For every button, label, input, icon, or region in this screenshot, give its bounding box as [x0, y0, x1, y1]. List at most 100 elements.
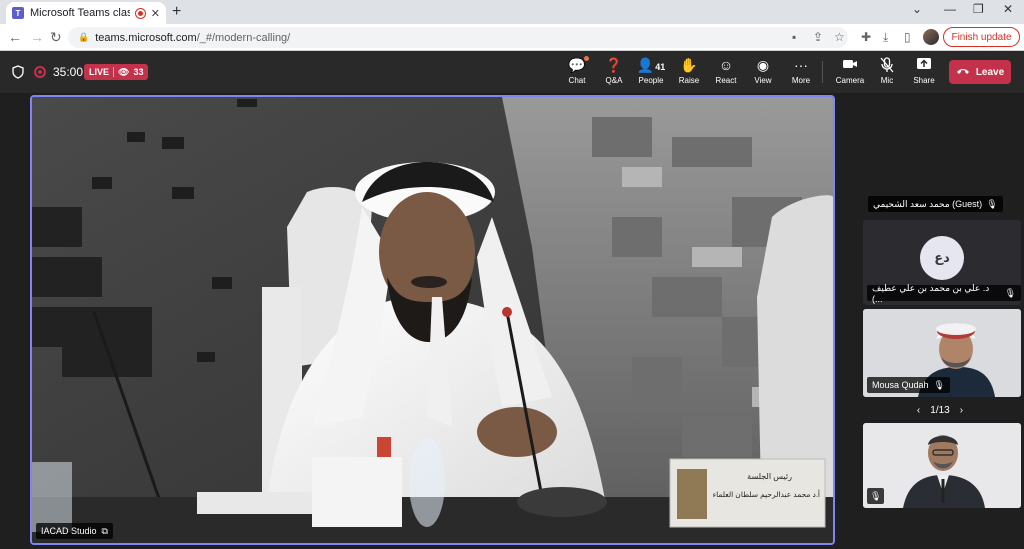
address-bar: ← → ↻ 🔒 teams.microsoft.com/_#/modern-ca… — [0, 24, 1024, 51]
maximize-icon[interactable]: ❐ — [973, 2, 984, 16]
avatar: دع — [920, 236, 964, 280]
main-participant-name-tag: IACAD Studio ⧉ — [36, 523, 113, 539]
chat-unread-dot — [583, 56, 589, 61]
guest-participant-label: محمد سعد الشحيمي (Guest) 🎙 — [868, 196, 1003, 212]
live-separator — [113, 67, 115, 77]
chat-label: Chat — [568, 76, 586, 85]
forward-arrow-icon[interactable]: → — [30, 29, 44, 45]
camera-button[interactable]: Camera — [833, 57, 867, 85]
camera-label: Camera — [835, 76, 865, 85]
share-icon — [916, 57, 932, 73]
camera-icon — [842, 57, 858, 73]
qa-icon: ❓ — [605, 57, 623, 73]
participant-tile-video[interactable]: 🎙 — [863, 423, 1021, 508]
people-label: People — [638, 76, 664, 85]
new-tab-button[interactable]: + — [172, 3, 181, 21]
mic-off-icon: 🎙 — [870, 490, 882, 501]
more-button[interactable]: ··· More — [784, 57, 818, 85]
raise-label: Raise — [678, 76, 700, 85]
view-label: View — [754, 76, 772, 85]
url-host: teams.microsoft.com — [95, 31, 197, 44]
mic-off-icon — [880, 57, 894, 73]
share-label: Share — [913, 76, 935, 85]
recording-tab-indicator-icon — [135, 8, 145, 18]
participant-mic-tag: 🎙 — [867, 488, 885, 504]
participant-name: Mousa Qudah — [872, 380, 929, 390]
meeting-stage: رئيس الجلسة أ.د محمد عبدالرحيم سلطان الع… — [0, 93, 1024, 549]
chevron-left-icon[interactable]: ‹ — [917, 405, 920, 416]
react-icon: ☺ — [718, 57, 734, 73]
speaker-video-image: رئيس الجلسة أ.د محمد عبدالرحيم سلطان الع… — [32, 97, 833, 543]
view-button[interactable]: ◉ View — [746, 57, 780, 85]
screen-share-icon: ⧉ — [101, 525, 108, 536]
minimize-icon[interactable]: — — [944, 2, 956, 16]
mic-button[interactable]: Mic — [870, 57, 904, 85]
tab-title: Microsoft Teams classic — [30, 7, 130, 19]
raise-hand-button[interactable]: ✋ Raise — [672, 57, 706, 85]
toolbar-divider — [822, 61, 823, 83]
camera-in-use-icon[interactable]: ▪ — [792, 30, 796, 44]
qa-button[interactable]: ❓ Q&A — [597, 57, 631, 85]
reload-icon[interactable]: ↻ — [50, 29, 62, 46]
raise-hand-icon: ✋ — [680, 57, 698, 73]
main-participant-name: IACAD Studio — [41, 526, 97, 536]
extensions-icon[interactable]: ✚ — [861, 30, 871, 44]
more-label: More — [791, 76, 811, 85]
people-count: 41 — [655, 62, 666, 72]
meeting-toolbar: 35:00 LIVE 👁 33 💬 Chat ❓ Q&A 👤41 People … — [0, 51, 1024, 93]
tab-close-icon[interactable]: ✕ — [151, 7, 160, 20]
participant-name: د. علي بن محمد بن علي عطيف (... — [872, 282, 990, 304]
guest-name: محمد سعد الشحيمي (Guest) — [873, 198, 983, 209]
phone-hangup-icon — [956, 67, 970, 78]
chat-button[interactable]: 💬 Chat — [560, 56, 594, 85]
record-icon — [34, 66, 46, 78]
participant-video-image — [863, 423, 1021, 508]
meeting-timer: 35:00 — [53, 65, 84, 79]
url-path: /_#/modern-calling/ — [196, 31, 291, 44]
people-button[interactable]: 👤41 People — [634, 57, 668, 85]
chat-icon: 💬 — [568, 56, 589, 73]
mic-off-icon: 🎙 — [1004, 287, 1016, 298]
eye-icon: 👁 — [118, 66, 130, 77]
share-page-icon[interactable]: ⇪ — [813, 30, 823, 44]
back-arrow-icon[interactable]: ← — [8, 29, 22, 45]
finish-update-button[interactable]: Finish update — [943, 27, 1020, 47]
shield-icon[interactable] — [12, 65, 24, 79]
side-panel-icon[interactable]: ▯ — [904, 30, 911, 44]
tab-search-chevron-icon[interactable]: ⌄ — [912, 2, 922, 16]
browser-tab-teams[interactable]: T Microsoft Teams classic ✕ — [6, 2, 166, 24]
leave-label: Leave — [975, 66, 1005, 78]
desk-sign-title: رئيس الجلسة — [747, 472, 792, 481]
url-input[interactable]: 🔒 teams.microsoft.com/_#/modern-calling/ — [68, 27, 848, 48]
participant-name-tag: Mousa Qudah 🎙 — [867, 377, 950, 393]
window-close-icon[interactable]: ✕ — [1003, 2, 1013, 16]
lock-icon: 🔒 — [78, 32, 90, 42]
participant-tile-avatar[interactable]: دع د. علي بن محمد بن علي عطيف (... 🎙 — [863, 220, 1021, 305]
desk-sign-name: أ.د محمد عبدالرحيم سلطان العلماء — [713, 489, 820, 499]
teams-favicon-icon: T — [12, 7, 24, 19]
participant-name-tag: د. علي بن محمد بن علي عطيف (... 🎙 — [867, 282, 1021, 304]
live-label: LIVE — [89, 67, 110, 77]
chevron-right-icon[interactable]: › — [960, 405, 963, 416]
leave-button[interactable]: Leave — [949, 60, 1011, 84]
participant-tile-video[interactable]: Mousa Qudah 🎙 — [863, 309, 1021, 397]
more-icon: ··· — [794, 57, 808, 73]
main-video-tile[interactable]: رئيس الجلسة أ.د محمد عبدالرحيم سلطان الع… — [30, 95, 835, 545]
profile-avatar[interactable] — [923, 29, 939, 45]
bookmark-star-icon[interactable]: ☆ — [834, 30, 845, 44]
mic-label: Mic — [880, 76, 894, 85]
viewer-count: 33 — [133, 67, 144, 77]
people-icon: 👤41 — [636, 57, 666, 73]
mic-off-icon: 🎙 — [986, 198, 998, 209]
share-button[interactable]: Share — [907, 57, 941, 85]
download-icon[interactable]: ⤓ — [883, 30, 888, 45]
react-label: React — [715, 76, 737, 85]
mic-off-icon: 🎙 — [933, 379, 945, 390]
browser-tab-bar: T Microsoft Teams classic ✕ + ⌄ — ❐ ✕ — [0, 0, 1024, 24]
live-badge[interactable]: LIVE 👁 33 — [84, 64, 149, 80]
pager-label: 1/13 — [930, 404, 950, 416]
react-button[interactable]: ☺ React — [709, 57, 743, 85]
gallery-pager: ‹ 1/13 › — [900, 403, 980, 417]
view-icon: ◉ — [756, 57, 770, 73]
qa-label: Q&A — [605, 76, 623, 85]
